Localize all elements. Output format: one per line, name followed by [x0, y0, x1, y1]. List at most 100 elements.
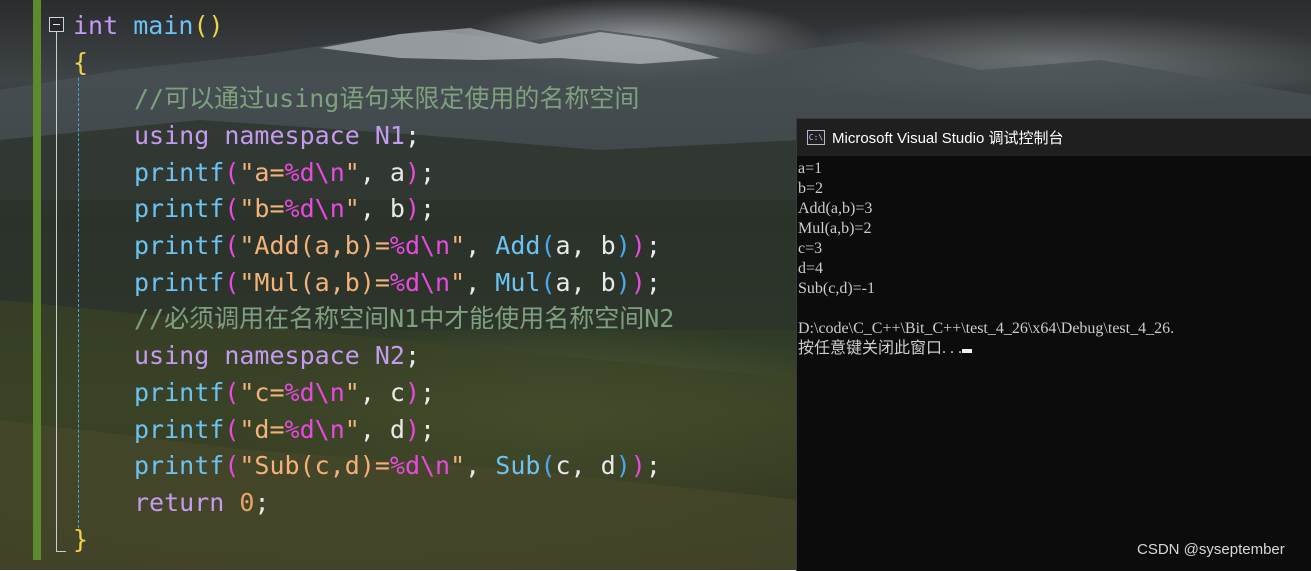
- code-token: %d: [284, 158, 315, 187]
- code-token: "b=: [239, 194, 285, 223]
- code-token: N2: [374, 341, 405, 370]
- code-token: Sub: [495, 451, 541, 480]
- code-token: 0: [239, 488, 255, 517]
- code-token: ,: [359, 194, 390, 223]
- code-token: \n: [420, 451, 451, 480]
- code-line: printf("a=%d\n", a);: [134, 158, 435, 188]
- code-token: printf: [134, 231, 225, 260]
- code-token: c, d: [555, 451, 616, 480]
- code-token: a, b: [555, 268, 616, 297]
- code-token: \n: [314, 194, 345, 223]
- fold-guide-line: [56, 32, 57, 552]
- code-token: ": [450, 451, 466, 480]
- code-token: Add: [495, 231, 541, 260]
- code-token: using: [134, 341, 210, 370]
- code-line: printf("Mul(a,b)=%d\n", Mul(a, b));: [134, 268, 661, 298]
- code-token: return: [134, 488, 225, 517]
- code-token: ": [344, 415, 360, 444]
- code-line: int main(): [73, 11, 224, 41]
- code-token: (: [540, 268, 556, 297]
- code-token: ): [630, 268, 646, 297]
- code-token: ,: [465, 231, 496, 260]
- code-token: ): [630, 231, 646, 260]
- code-token: "Mul(a,b)=: [239, 268, 390, 297]
- code-token: "Sub(c,d)=: [239, 451, 390, 480]
- indent-guide: [78, 78, 79, 528]
- code-token: printf: [134, 158, 225, 187]
- code-token: N1: [374, 121, 405, 150]
- code-token: %d: [389, 451, 420, 480]
- debug-console-window[interactable]: C:\ Microsoft Visual Studio 调试控制台 a=1 b=2…: [796, 118, 1311, 571]
- console-line: a=1: [798, 160, 823, 177]
- code-token: (: [224, 231, 240, 260]
- code-token: Mul: [495, 268, 541, 297]
- code-token: "a=: [239, 158, 285, 187]
- code-token: ): [404, 378, 421, 407]
- code-token: ): [615, 231, 631, 260]
- console-title: Microsoft Visual Studio 调试控制台: [832, 130, 1064, 147]
- code-line: return 0;: [134, 488, 270, 518]
- code-token: (: [540, 231, 556, 260]
- console-line: Mul(a,b)=2: [798, 220, 872, 237]
- code-token: namespace: [224, 341, 360, 370]
- code-token: printf: [134, 194, 225, 223]
- console-output[interactable]: a=1 b=2 Add(a,b)=3 Mul(a,b)=2 c=3 d=4 Sub(c,d)…: [797, 156, 1311, 359]
- code-token: using: [134, 121, 210, 150]
- code-token: d: [389, 415, 405, 444]
- code-line: printf("c=%d\n", c);: [134, 378, 435, 408]
- code-token: \n: [314, 415, 345, 444]
- collapse-icon[interactable]: [49, 17, 64, 32]
- code-line: printf("d=%d\n", d);: [134, 415, 435, 445]
- code-token: \n: [420, 231, 451, 260]
- code-token: ,: [465, 451, 496, 480]
- code-line: //可以通过using语句来限定使用的名称空间: [134, 84, 639, 114]
- console-titlebar[interactable]: C:\ Microsoft Visual Studio 调试控制台: [797, 119, 1311, 156]
- code-token: ): [404, 415, 421, 444]
- code-token: (: [224, 158, 240, 187]
- code-token: }: [73, 525, 89, 554]
- code-line: {: [73, 48, 88, 78]
- console-line: 按任意键关闭此窗口. . .: [798, 339, 1311, 359]
- code-token: ": [344, 378, 360, 407]
- code-token: ,: [359, 378, 390, 407]
- code-token: {: [73, 48, 89, 77]
- text-cursor: [962, 349, 973, 353]
- code-token: //必须调用在名称空间N1中才能使用名称空间N2: [134, 304, 675, 333]
- code-token: %d: [284, 378, 315, 407]
- code-token: ": [450, 231, 466, 260]
- code-token: namespace: [224, 121, 360, 150]
- code-token: (: [540, 451, 556, 480]
- code-token: ,: [359, 158, 390, 187]
- code-token: \n: [420, 268, 451, 297]
- code-token: printf: [134, 415, 225, 444]
- code-line: //必须调用在名称空间N1中才能使用名称空间N2: [134, 304, 674, 334]
- code-line: using namespace N2;: [134, 341, 420, 371]
- code-token: a: [389, 158, 405, 187]
- code-token: printf: [134, 451, 225, 480]
- code-token: "d=: [239, 415, 285, 444]
- console-line: Add(a,b)=3: [798, 200, 873, 217]
- code-token: ;: [645, 231, 661, 260]
- code-token: %d: [284, 194, 315, 223]
- code-token: ;: [420, 194, 436, 223]
- fold-guide-end: [56, 551, 66, 552]
- console-line: c=3: [798, 240, 823, 257]
- code-token: \n: [314, 158, 345, 187]
- console-line: d=4: [798, 260, 824, 277]
- code-line: printf("Add(a,b)=%d\n", Add(a, b));: [134, 231, 661, 261]
- code-token: ;: [420, 158, 436, 187]
- code-token: ;: [645, 451, 661, 480]
- code-token: (): [193, 11, 224, 40]
- console-line: b=2: [798, 180, 824, 197]
- code-token: int: [73, 11, 119, 40]
- change-indicator-bar: [33, 0, 41, 560]
- code-line: using namespace N1;: [134, 121, 420, 151]
- code-token: c: [389, 378, 405, 407]
- code-token: %d: [389, 268, 420, 297]
